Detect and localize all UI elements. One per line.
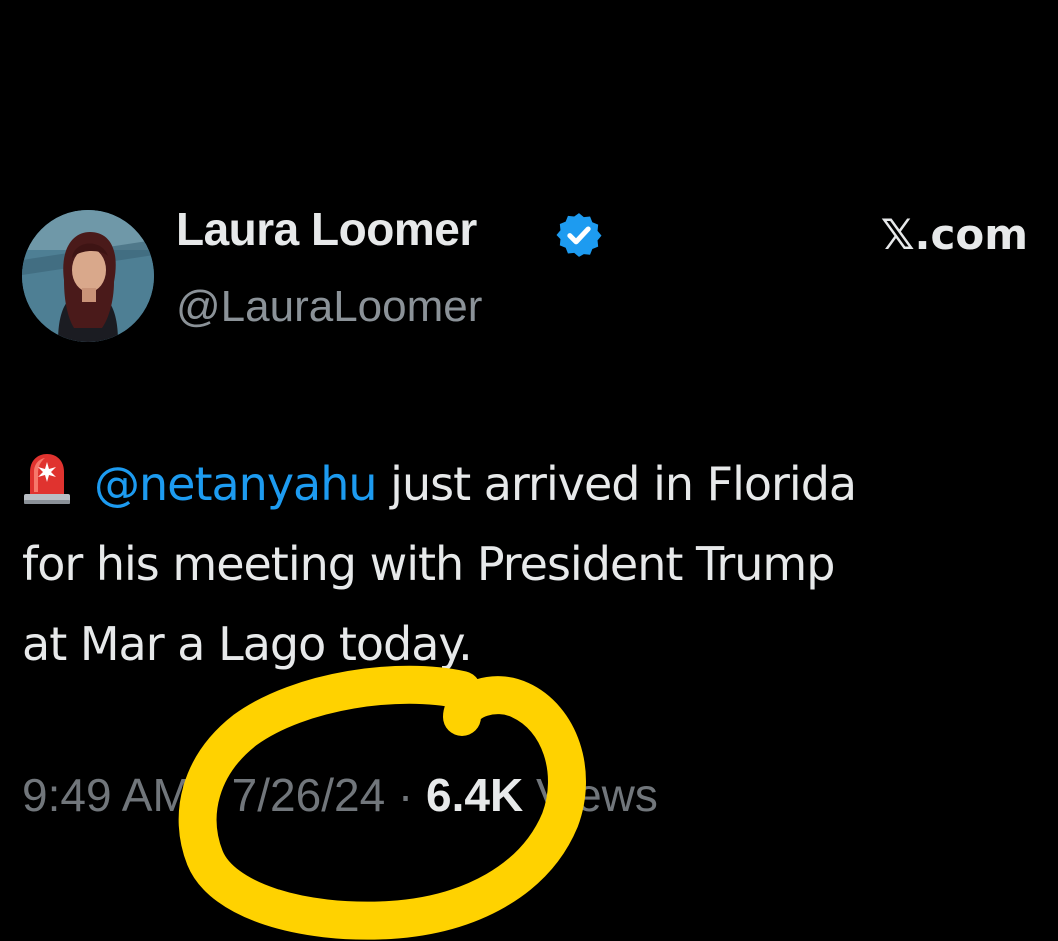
tweet-text-line-1: @netanyahu just arrived in Florida (22, 444, 1052, 524)
tweet-text-line-2: for his meeting with President Trump (22, 537, 835, 591)
meta-separator: · (385, 769, 427, 821)
x-com-label: 𝕏.com (880, 210, 1028, 259)
mention-link[interactable]: @netanyahu (94, 457, 378, 511)
tweet-meta: 9:49 AM · 7/26/24 · 6.4K Views (22, 768, 658, 822)
meta-separator: · (190, 769, 232, 821)
tweet-date[interactable]: 7/26/24 (232, 769, 385, 821)
rotating-light-icon (24, 454, 70, 504)
verified-badge-icon (556, 213, 602, 257)
tweet-text-segment: just arrived in Florida (376, 457, 857, 511)
profile-photo-icon (22, 210, 154, 342)
tweet-card: Laura Loomer @LauraLoomer 𝕏.com @netanya… (0, 0, 1058, 941)
tweet-time[interactable]: 9:49 AM (22, 769, 191, 821)
avatar[interactable] (22, 210, 154, 342)
author-display-name[interactable]: Laura Loomer (176, 202, 477, 256)
tweet-text: @netanyahu just arrived in Florida for h… (22, 444, 1052, 684)
tweet-text-line-3: at Mar a Lago today. (22, 617, 473, 671)
author-handle[interactable]: @LauraLoomer (176, 282, 482, 332)
views-count[interactable]: 6.4K (426, 769, 523, 821)
views-label: Views (523, 769, 658, 821)
